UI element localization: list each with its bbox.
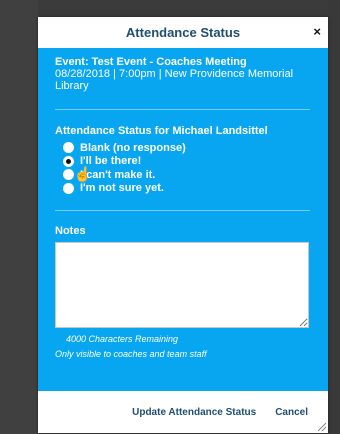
radio-button[interactable]: [63, 169, 74, 181]
radio-button[interactable]: [63, 142, 74, 154]
modal-body: Event: Test Event - Coaches Meeting 08/2…: [38, 48, 328, 391]
visibility-note: Only visible to coaches and team staff: [55, 349, 207, 359]
notes-label: Notes: [55, 225, 86, 237]
backdrop-left: [0, 0, 38, 434]
backdrop-right: [328, 0, 340, 434]
radio-label: Blank (no response): [80, 141, 186, 154]
event-details: 08/28/2018 | 7:00pm | New Providence Mem…: [55, 68, 294, 92]
attendance-option-yes[interactable]: I'll be there!: [63, 155, 310, 169]
modal-footer: Update Attendance Status Cancel: [38, 391, 328, 433]
event-title: Event: Test Event - Coaches Meeting: [55, 56, 247, 68]
radio-button[interactable]: [63, 182, 74, 194]
radio-label: I'm not sure yet.: [80, 182, 164, 195]
attendance-modal: Attendance Status × Event: Test Event - …: [38, 17, 328, 433]
update-attendance-button[interactable]: Update Attendance Status: [132, 407, 256, 418]
radio-button-selected[interactable]: [63, 155, 74, 167]
modal-title: Attendance Status: [125, 25, 241, 40]
resize-grip-icon[interactable]: [318, 423, 326, 431]
notes-textarea[interactable]: [55, 242, 309, 328]
chars-remaining: 4000 Characters Remaining: [66, 334, 179, 344]
attendance-heading: Attendance Status for Michael Landsittel: [55, 125, 268, 137]
divider: [55, 109, 310, 110]
modal-header: Attendance Status ×: [38, 17, 328, 48]
divider: [55, 210, 310, 211]
cancel-button[interactable]: Cancel: [275, 407, 308, 418]
hand-cursor-icon: ☝: [74, 166, 92, 182]
close-icon[interactable]: ×: [313, 25, 321, 38]
attendance-option-maybe[interactable]: I'm not sure yet.: [63, 182, 310, 196]
attendance-option-no[interactable]: I can't make it.: [63, 168, 310, 182]
attendance-options: Blank (no response) I'll be there! I can…: [55, 141, 310, 195]
attendance-option-blank[interactable]: Blank (no response): [63, 141, 310, 155]
